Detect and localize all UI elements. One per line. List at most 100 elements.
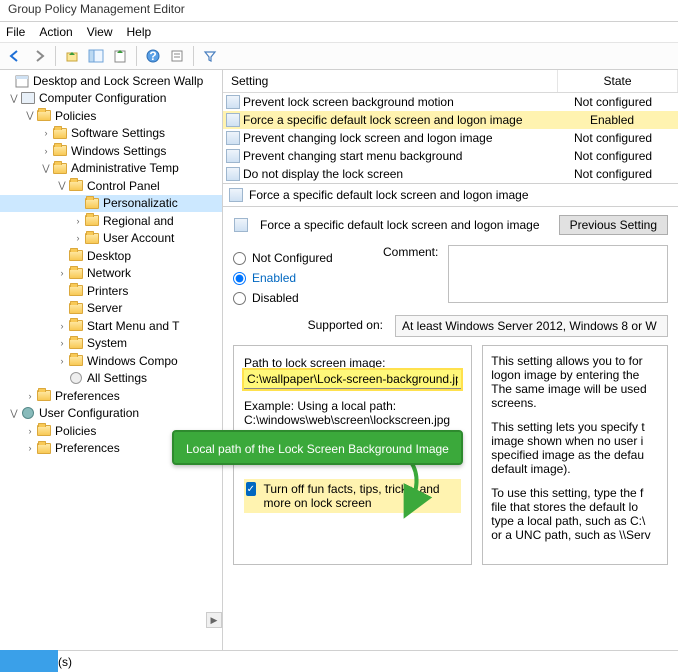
content-pane: Setting State Prevent lock screen backgr…: [223, 70, 678, 650]
menu-file[interactable]: File: [6, 25, 25, 39]
help-button[interactable]: ?: [142, 45, 164, 67]
tree-all-settings[interactable]: All Settings: [0, 370, 222, 388]
help-text: To use this setting, type the f file tha…: [491, 486, 659, 542]
tree-desktop[interactable]: Desktop: [0, 247, 222, 265]
tree-admin-templates[interactable]: ⋁Administrative Temp: [0, 160, 222, 178]
tree-personalization[interactable]: Personalizatic: [0, 195, 222, 213]
folder-icon: [36, 108, 52, 124]
tree-system[interactable]: ›System: [0, 335, 222, 353]
tree-control-panel[interactable]: ⋁Control Panel: [0, 177, 222, 195]
folder-icon: [52, 143, 68, 159]
tree-policies[interactable]: ⋁Policies: [0, 107, 222, 125]
folder-icon: [68, 318, 84, 334]
folder-icon: [68, 335, 84, 351]
computer-icon: [20, 90, 36, 106]
tree-regional[interactable]: ›Regional and: [0, 212, 222, 230]
setting-icon: [229, 188, 243, 202]
radio-enabled[interactable]: Enabled: [233, 271, 363, 285]
status-bar: 10 setting(s): [0, 650, 678, 672]
folder-icon: [36, 423, 52, 439]
folder-icon: [52, 160, 68, 176]
tree-windows-components[interactable]: ›Windows Compo: [0, 352, 222, 370]
setting-icon: [226, 131, 240, 145]
properties-button[interactable]: [166, 45, 188, 67]
annotation-callout: Local path of the Lock Screen Background…: [172, 430, 463, 465]
folder-icon: [68, 300, 84, 316]
svg-text:?: ?: [149, 49, 156, 63]
example1-label: Example: Using a local path:: [244, 399, 461, 413]
tree-windows-settings[interactable]: ›Windows Settings: [0, 142, 222, 160]
settings-list: Prevent lock screen background motionNot…: [223, 93, 678, 183]
list-item[interactable]: Prevent changing lock screen and logon i…: [223, 129, 678, 147]
path-input[interactable]: [244, 370, 461, 389]
folder-icon: [84, 213, 100, 229]
user-icon: [20, 405, 36, 421]
export-button[interactable]: [109, 45, 131, 67]
tree-root[interactable]: Desktop and Lock Screen Wallp: [0, 72, 222, 90]
help-text: This setting lets you specify t image sh…: [491, 420, 659, 476]
help-panel: This setting allows you to for logon ima…: [482, 345, 668, 565]
setting-icon: [226, 149, 240, 163]
radio-not-configured[interactable]: Not Configured: [233, 251, 363, 265]
setting-icon: [226, 95, 240, 109]
tree-software-settings[interactable]: ›Software Settings: [0, 125, 222, 143]
folder-icon: [36, 388, 52, 404]
folder-icon: [68, 353, 84, 369]
supported-on-value: At least Windows Server 2012, Windows 8 …: [395, 315, 668, 337]
path-label: Path to lock screen image:: [244, 356, 461, 370]
example1-value: C:\windows\web\screen\lockscreen.jpg: [244, 413, 461, 427]
setting-icon: [226, 113, 240, 127]
comment-label: Comment:: [383, 245, 438, 311]
show-hide-tree-button[interactable]: [85, 45, 107, 67]
dialog-title: Force a specific default lock screen and…: [249, 188, 529, 202]
folder-icon: [68, 265, 84, 281]
forward-button[interactable]: [28, 45, 50, 67]
filter-button[interactable]: [199, 45, 221, 67]
list-item[interactable]: Prevent lock screen background motionNot…: [223, 93, 678, 111]
help-text: This setting allows you to for logon ima…: [491, 354, 659, 410]
folder-icon: [68, 178, 84, 194]
setting-icon: [233, 217, 249, 233]
dialog-heading: Force a specific default lock screen and…: [260, 218, 551, 232]
policy-editor: Force a specific default lock screen and…: [223, 206, 678, 650]
up-button[interactable]: [61, 45, 83, 67]
col-state-header[interactable]: State: [558, 70, 678, 92]
list-item-selected[interactable]: Force a specific default lock screen and…: [223, 111, 678, 129]
list-item[interactable]: Prevent changing start menu backgroundNo…: [223, 147, 678, 165]
tree-network[interactable]: ›Network: [0, 265, 222, 283]
previous-setting-button[interactable]: Previous Setting: [559, 215, 668, 235]
tree-user-configuration[interactable]: ⋁User Configuration: [0, 405, 222, 423]
folder-icon: [68, 248, 84, 264]
radio-disabled[interactable]: Disabled: [233, 291, 363, 305]
checkbox-checked-icon: ✓: [246, 482, 256, 496]
comment-textarea[interactable]: [448, 245, 668, 303]
tree-preferences[interactable]: ›Preferences: [0, 387, 222, 405]
status-highlight: [0, 650, 58, 672]
list-header: Setting State: [223, 70, 678, 93]
folder-icon: [52, 125, 68, 141]
tree-server[interactable]: Server: [0, 300, 222, 318]
tree-pane: Desktop and Lock Screen Wallp ⋁Computer …: [0, 70, 223, 650]
folder-icon: [36, 440, 52, 456]
policy-icon: [14, 73, 30, 89]
tree-start-menu[interactable]: ›Start Menu and T: [0, 317, 222, 335]
folder-icon: [84, 230, 100, 246]
gear-icon: [68, 370, 84, 386]
tree-printers[interactable]: Printers: [0, 282, 222, 300]
horizontal-scroll-right[interactable]: ▶: [206, 612, 222, 628]
col-setting-header[interactable]: Setting: [223, 70, 558, 92]
tree-user-accounts[interactable]: ›User Account: [0, 230, 222, 248]
menu-view[interactable]: View: [87, 25, 113, 39]
menu-action[interactable]: Action: [39, 25, 72, 39]
list-item[interactable]: Do not display the lock screenNot config…: [223, 165, 678, 183]
window-title: Group Policy Management Editor: [8, 2, 185, 16]
setting-icon: [226, 167, 240, 181]
folder-icon: [84, 195, 100, 211]
back-button[interactable]: [4, 45, 26, 67]
toolbar: ?: [0, 42, 678, 70]
supported-on-label: Supported on:: [233, 315, 383, 337]
menu-help[interactable]: Help: [127, 25, 152, 39]
annotation-arrow-icon: [405, 460, 445, 523]
folder-icon: [68, 283, 84, 299]
tree-computer-configuration[interactable]: ⋁Computer Configuration: [0, 90, 222, 108]
